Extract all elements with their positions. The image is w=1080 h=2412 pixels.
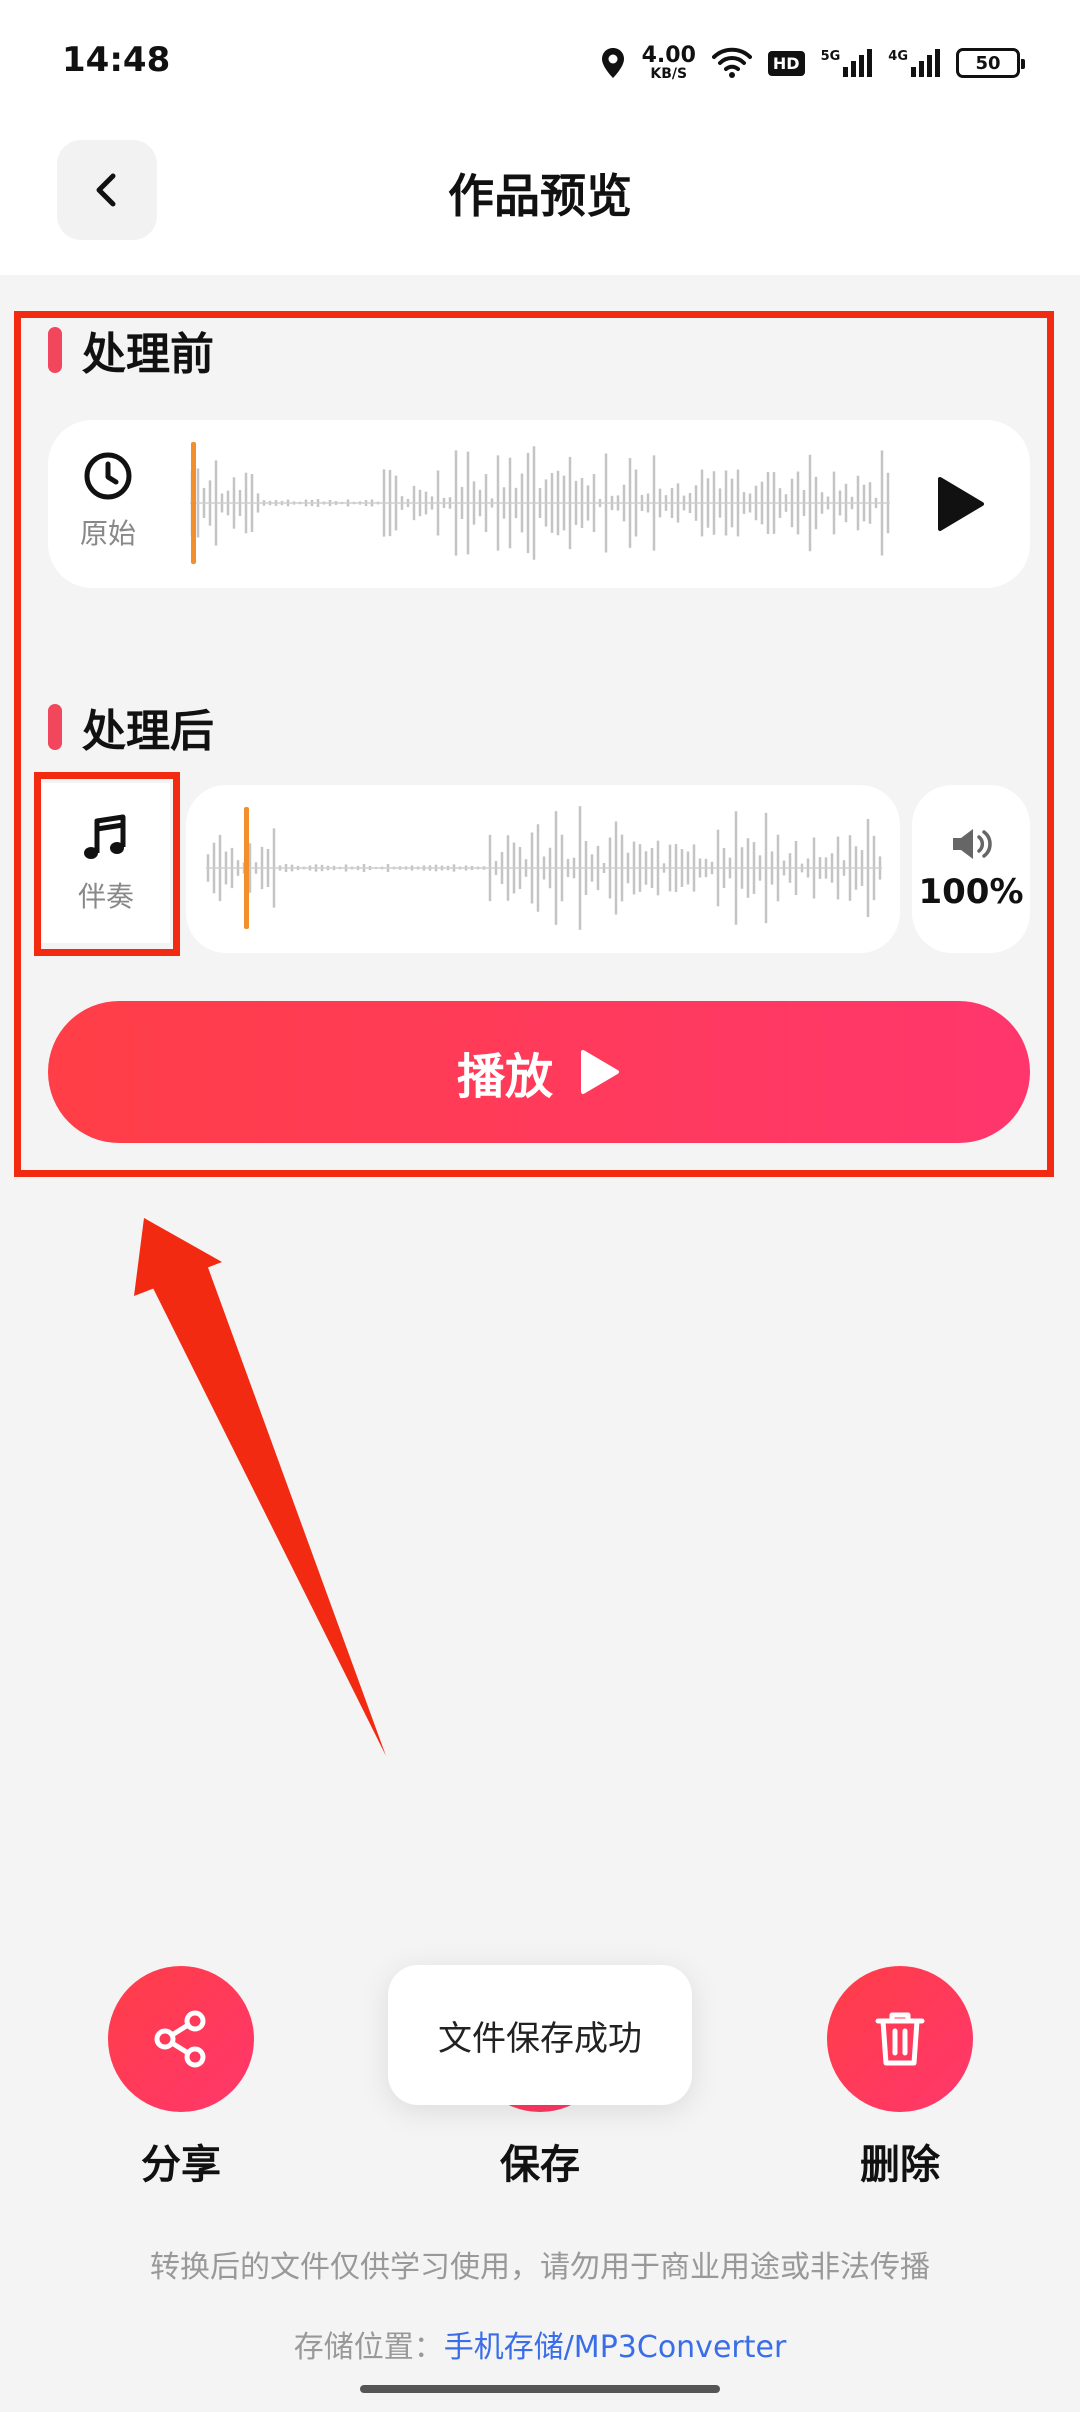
annotation-highlight-box [14, 311, 1054, 1177]
delete-action[interactable]: 删除 [827, 1966, 973, 2190]
share-label: 分享 [141, 2142, 221, 2188]
storage-label: 存储位置： [293, 2330, 444, 2365]
battery-icon: 50 [956, 48, 1025, 78]
app-header: 作品预览 [0, 130, 1080, 275]
share-icon [154, 2010, 206, 2068]
share-action[interactable]: 分享 [108, 1966, 254, 2190]
sim1-label: 5G [820, 49, 841, 64]
delete-button[interactable] [827, 1966, 973, 2112]
storage-path-link[interactable]: 手机存储/MP3Converter [444, 2330, 787, 2365]
trash-icon [875, 2012, 925, 2066]
delete-label: 删除 [860, 2142, 940, 2188]
signal-icon: 4G [888, 49, 940, 77]
share-button[interactable] [108, 1966, 254, 2112]
sim2-label: 4G [888, 49, 908, 64]
annotation-highlight-box [34, 772, 180, 956]
battery-level: 50 [975, 52, 1001, 74]
status-bar: 14:48 4.00 KB/S HD 5G 4G 50 [0, 0, 1080, 130]
disclaimer-text: 转换后的文件仅供学习使用，请勿用于商业用途或非法传播 [150, 2250, 930, 2285]
net-speed-value: 4.00 [641, 43, 696, 68]
status-icons: 4.00 KB/S HD 5G 4G 50 [600, 38, 1025, 88]
storage-location: 存储位置：手机存储/MP3Converter [0, 2322, 1080, 2366]
signal-icon: 5G [821, 49, 873, 77]
wifi-icon [711, 47, 752, 78]
page-title: 作品预览 [448, 169, 632, 223]
net-speed: 4.00 KB/S [641, 43, 696, 82]
location-icon [601, 48, 624, 78]
net-speed-unit: KB/S [650, 66, 688, 82]
save-label: 保存 [500, 2142, 580, 2188]
toast-message: 文件保存成功 [388, 1965, 692, 2105]
status-time: 14:48 [62, 40, 171, 80]
home-indicator[interactable] [360, 2385, 720, 2393]
hd-icon: HD [767, 50, 805, 76]
